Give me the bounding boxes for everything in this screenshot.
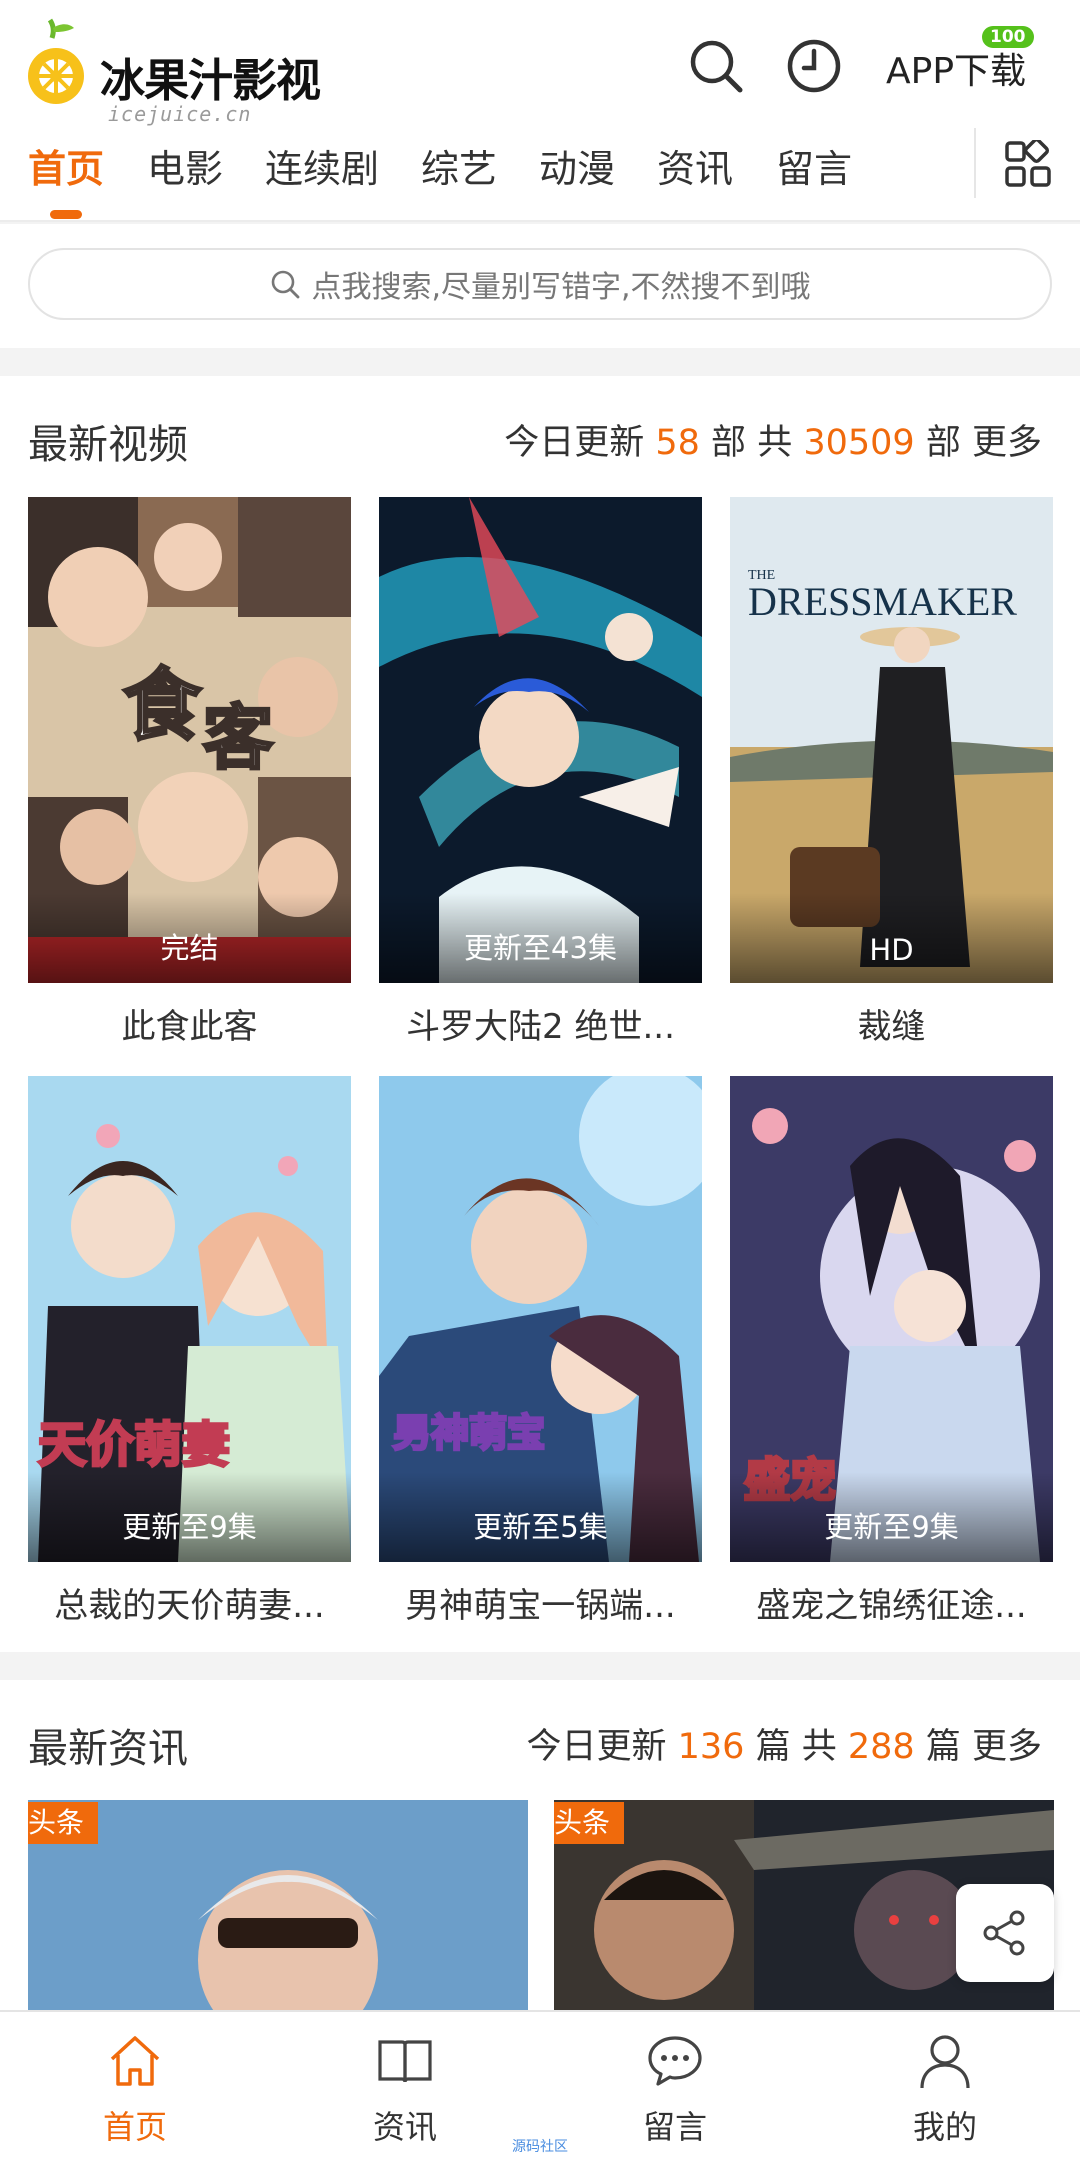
site-logo[interactable]: 冰果汁影视 icejuice.cn bbox=[26, 14, 321, 126]
section-title: 最新资讯 bbox=[28, 1726, 188, 1772]
video-poster[interactable]: 食 客 完结 bbox=[28, 497, 351, 983]
unit-label: 部 bbox=[925, 423, 961, 463]
video-poster[interactable]: 天价萌妻 更新至9集 bbox=[28, 1076, 351, 1562]
video-title[interactable]: 裁缝 bbox=[730, 999, 1053, 1048]
video-card[interactable]: 食 客 完结 此食此客 bbox=[28, 497, 351, 1048]
user-icon bbox=[920, 2035, 970, 2089]
video-title[interactable]: 此食此客 bbox=[28, 999, 351, 1048]
svg-text:天价萌妻: 天价萌妻 bbox=[38, 1417, 230, 1473]
book-icon bbox=[378, 2040, 432, 2083]
video-title[interactable]: 男神萌宝一锅端... bbox=[379, 1578, 702, 1627]
search-icon[interactable] bbox=[686, 36, 746, 96]
footer-watermark: 源码社区 bbox=[512, 2139, 568, 2155]
svg-text:DRESSMAKER: DRESSMAKER bbox=[748, 579, 1017, 624]
unit-label: 篇 bbox=[925, 1727, 961, 1767]
search-bar-area: 点我搜索,尽量别写错字,不然搜不到哦 bbox=[0, 224, 1080, 348]
svg-text:男神萌宝: 男神萌宝 bbox=[393, 1411, 545, 1455]
today-count: 136 bbox=[677, 1727, 745, 1767]
nav-item-variety[interactable]: 综艺 bbox=[421, 138, 497, 193]
category-nav: 首页 电影 连续剧 综艺 动漫 资讯 留言 bbox=[0, 128, 1080, 219]
logo-domain: icejuice.cn bbox=[108, 102, 252, 126]
section-stats: 今日更新 136 篇 共 288 篇 更多 bbox=[526, 1718, 1042, 1769]
video-poster[interactable]: 更新至43集 bbox=[379, 497, 702, 983]
episode-status: 完结 bbox=[160, 931, 219, 965]
nav-divider bbox=[974, 128, 976, 198]
news-card[interactable]: 头条 bbox=[28, 1800, 528, 2010]
nav-item-series[interactable]: 连续剧 bbox=[265, 138, 379, 193]
nav-item-home[interactable]: 首页 bbox=[28, 138, 104, 193]
video-card[interactable]: 男神萌宝 更新至5集 男神萌宝一锅端... bbox=[379, 1076, 702, 1627]
total-label: 共 bbox=[801, 1727, 837, 1767]
logo-name: 冰果汁影视 bbox=[100, 54, 321, 107]
today-count: 58 bbox=[655, 423, 700, 463]
search-icon bbox=[272, 270, 300, 299]
more-link[interactable]: 更多 bbox=[972, 1727, 1042, 1767]
chat-icon bbox=[648, 2036, 702, 2086]
nav-item-news[interactable]: 资讯 bbox=[657, 138, 733, 193]
svg-text:客: 客 bbox=[203, 697, 273, 779]
app-download-link[interactable]: APP下载 bbox=[886, 42, 1026, 94]
active-tab-indicator bbox=[50, 210, 82, 219]
total-label: 共 bbox=[757, 423, 793, 463]
svg-text:THE: THE bbox=[748, 568, 775, 583]
video-card[interactable]: 天价萌妻 更新至9集 总裁的天价萌妻... bbox=[28, 1076, 351, 1627]
more-link[interactable]: 更多 bbox=[972, 423, 1042, 463]
unit-label: 部 bbox=[711, 423, 747, 463]
search-input[interactable]: 点我搜索,尽量别写错字,不然搜不到哦 bbox=[28, 248, 1052, 320]
app-badge: 100 bbox=[982, 26, 1034, 48]
video-title[interactable]: 总裁的天价萌妻... bbox=[28, 1578, 351, 1627]
video-card[interactable]: 盛宠 更新至9集 盛宠之锦绣征途... bbox=[730, 1076, 1053, 1627]
video-poster[interactable]: DRESSMAKER THE HD bbox=[730, 497, 1053, 983]
latest-news-section: 最新资讯 今日更新 136 篇 共 288 篇 更多 头条 头条 bbox=[0, 1680, 1080, 2010]
news-thumbnail bbox=[28, 1800, 528, 2010]
episode-status: HD bbox=[869, 933, 914, 967]
episode-status: 更新至9集 bbox=[122, 1510, 257, 1544]
section-title: 最新视频 bbox=[28, 422, 188, 468]
today-label: 今日更新 bbox=[504, 423, 645, 463]
section-stats: 今日更新 58 部 共 30509 部 更多 bbox=[504, 414, 1042, 465]
search-placeholder: 点我搜索,尽量别写错字,不然搜不到哦 bbox=[311, 270, 811, 305]
headline-tag: 头条 bbox=[28, 1802, 99, 1844]
today-label: 今日更新 bbox=[526, 1727, 667, 1767]
video-title[interactable]: 盛宠之锦绣征途... bbox=[730, 1578, 1053, 1627]
episode-status: 更新至43集 bbox=[464, 931, 617, 965]
episode-status: 更新至5集 bbox=[473, 1510, 608, 1544]
video-poster[interactable]: 男神萌宝 更新至5集 bbox=[379, 1076, 702, 1562]
unit-label: 篇 bbox=[755, 1727, 791, 1767]
nav-item-messages[interactable]: 留言 bbox=[776, 138, 852, 193]
nav-item-movie[interactable]: 电影 bbox=[147, 138, 223, 193]
grid-menu-icon[interactable] bbox=[1004, 140, 1052, 188]
video-poster[interactable]: 盛宠 更新至9集 bbox=[730, 1076, 1053, 1562]
total-count: 288 bbox=[847, 1727, 915, 1767]
home-icon bbox=[110, 2036, 160, 2086]
episode-status: 更新至9集 bbox=[824, 1510, 959, 1544]
nav-item-anime[interactable]: 动漫 bbox=[539, 138, 615, 193]
history-icon[interactable] bbox=[784, 36, 844, 96]
headline-tag: 头条 bbox=[554, 1802, 625, 1844]
latest-videos-section: 最新视频 今日更新 58 部 共 30509 部 更多 食 客 完结 此食此客 … bbox=[0, 376, 1080, 1652]
video-card[interactable]: 更新至43集 斗罗大陆2 绝世... bbox=[379, 497, 702, 1048]
logo-icon bbox=[28, 18, 84, 104]
top-header: 冰果汁影视 icejuice.cn APP下载 100 首页 电影 连续剧 综艺… bbox=[0, 0, 1080, 222]
video-title[interactable]: 斗罗大陆2 绝世... bbox=[379, 999, 702, 1048]
share-button[interactable] bbox=[956, 1884, 1054, 1982]
svg-text:食: 食 bbox=[123, 661, 202, 751]
share-icon bbox=[983, 1910, 1025, 1956]
video-card[interactable]: DRESSMAKER THE HD 裁缝 bbox=[730, 497, 1053, 1048]
total-count: 30509 bbox=[803, 423, 915, 463]
